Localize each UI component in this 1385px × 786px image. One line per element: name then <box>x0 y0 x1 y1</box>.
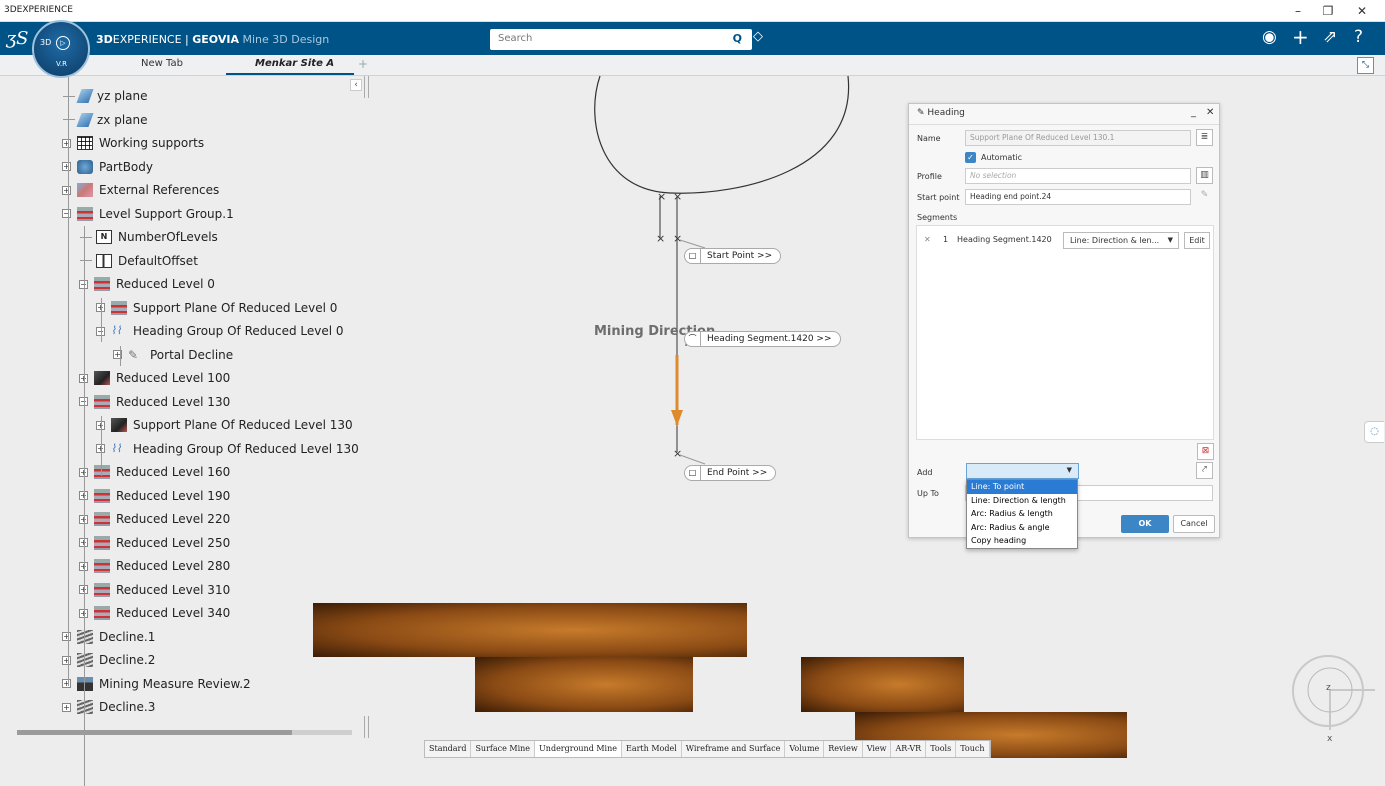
add-select[interactable]: ▼ <box>966 463 1079 479</box>
profile-label: Profile <box>917 172 942 181</box>
ore-body-render <box>475 657 693 712</box>
dialog-title-text: Heading <box>927 108 965 118</box>
compass-widget[interactable]: 3D ▷ V.R <box>32 20 90 78</box>
compass-3d-label: 3D <box>40 38 52 47</box>
callout-square-icon: □ <box>685 249 701 263</box>
profile-field[interactable]: No selection <box>965 168 1191 184</box>
add-option[interactable]: Arc: Radius & length <box>967 507 1077 521</box>
action-tab[interactable]: Earth Model <box>622 741 682 757</box>
dialog-divider <box>909 124 1219 125</box>
action-tab[interactable]: AR-VR <box>891 741 927 757</box>
action-tab[interactable]: Underground Mine <box>535 741 622 757</box>
callout-square-icon: □ <box>685 466 701 480</box>
compass-z-label: z <box>1326 683 1331 693</box>
profile-select-icon[interactable]: ▥ <box>1196 167 1213 184</box>
add-options-dropdown[interactable]: Line: To point Line: Direction & length Ar… <box>966 479 1078 549</box>
clear-list-icon[interactable]: ⊠ <box>1197 443 1214 460</box>
segments-list[interactable]: ✕ 1 Heading Segment.1420 Line: Direction… <box>916 225 1214 440</box>
compass-vr-label: V.R <box>56 60 67 68</box>
automatic-label: Automatic <box>981 153 1023 162</box>
svg-text:×: × <box>673 447 682 460</box>
dialog-title: ✎ Heading <box>917 108 965 118</box>
heading-segment-callout[interactable]: ⌒ Heading Segment.1420 >> <box>684 331 841 347</box>
tunnel-outline <box>594 75 850 194</box>
action-bar-tabs: Standard Surface Mine Underground Mine Eart… <box>424 740 991 758</box>
heading-pen-icon: ✎ <box>917 108 928 118</box>
action-tab[interactable]: Wireframe and Surface <box>682 741 786 757</box>
svg-text:×: × <box>673 232 682 245</box>
segment-index: 1 <box>943 235 949 244</box>
name-field[interactable]: Support Plane Of Reduced Level 130.1 <box>965 130 1191 146</box>
action-tab[interactable]: Review <box>824 741 863 757</box>
start-point-callout[interactable]: □ Start Point >> <box>684 248 782 264</box>
end-point-label: End Point >> <box>707 468 768 478</box>
svg-text:×: × <box>656 232 665 245</box>
segment-type-value: Line: Direction & len... <box>1070 236 1160 245</box>
segments-label: Segments <box>917 213 958 222</box>
up-to-label: Up To <box>917 489 939 498</box>
compass-x-label: x <box>1327 734 1333 744</box>
play-icon[interactable]: ▷ <box>56 36 70 50</box>
action-tab[interactable]: Volume <box>785 741 825 757</box>
action-tab[interactable]: Standard <box>425 741 472 757</box>
dialog-minimize-icon[interactable]: _ <box>1191 107 1196 118</box>
start-point-field-label: Start point <box>917 193 960 202</box>
end-leader <box>679 454 706 465</box>
heading-dialog: ✎ Heading _ ✕ Name Support Plane Of Redu… <box>908 103 1220 538</box>
action-tab[interactable]: View <box>863 741 892 757</box>
arc-icon: ⌒ <box>685 332 701 346</box>
add-option[interactable]: Line: To point <box>967 480 1077 494</box>
segment-name[interactable]: Heading Segment.1420 <box>957 235 1052 244</box>
add-label: Add <box>917 468 933 477</box>
chevron-down-icon: ▼ <box>1066 466 1072 474</box>
add-option[interactable]: Arc: Radius & angle <box>967 521 1077 535</box>
add-option[interactable]: Copy heading <box>967 534 1077 548</box>
ore-body-render <box>801 657 964 712</box>
edit-pencil-icon[interactable]: ✎ <box>1196 188 1213 205</box>
delete-segment-icon[interactable]: ✕ <box>924 235 931 244</box>
end-point-callout[interactable]: □ End Point >> <box>684 465 777 481</box>
action-tab[interactable]: Touch <box>956 741 990 757</box>
name-label: Name <box>917 134 941 143</box>
automatic-checkbox[interactable]: ✓ <box>965 152 976 163</box>
edit-segment-button[interactable]: Edit <box>1184 232 1210 249</box>
cancel-button[interactable]: Cancel <box>1173 515 1215 533</box>
start-point-field[interactable]: Heading end point.24 <box>965 189 1191 205</box>
action-tab[interactable]: Surface Mine <box>471 741 536 757</box>
svg-text:×: × <box>673 190 682 203</box>
segment-type-select[interactable]: Line: Direction & len... ▼ <box>1063 232 1179 249</box>
ore-body-render <box>313 603 747 657</box>
add-pick-icon[interactable]: ⤤ <box>1196 462 1213 479</box>
action-tab[interactable]: Tools <box>926 741 957 757</box>
mining-direction-arrowhead <box>671 410 683 426</box>
side-panel-handle-icon[interactable]: ◌ <box>1364 421 1384 443</box>
svg-text:×: × <box>657 190 666 203</box>
start-leader <box>679 239 706 249</box>
name-options-icon[interactable]: ≣ <box>1196 129 1213 146</box>
add-option[interactable]: Line: Direction & length <box>967 494 1077 508</box>
start-point-label: Start Point >> <box>707 251 773 261</box>
dialog-close-icon[interactable]: ✕ <box>1206 107 1214 118</box>
ok-button[interactable]: OK <box>1121 515 1169 533</box>
chevron-down-icon: ▼ <box>1167 236 1173 244</box>
heading-segment-label: Heading Segment.1420 >> <box>707 334 832 344</box>
